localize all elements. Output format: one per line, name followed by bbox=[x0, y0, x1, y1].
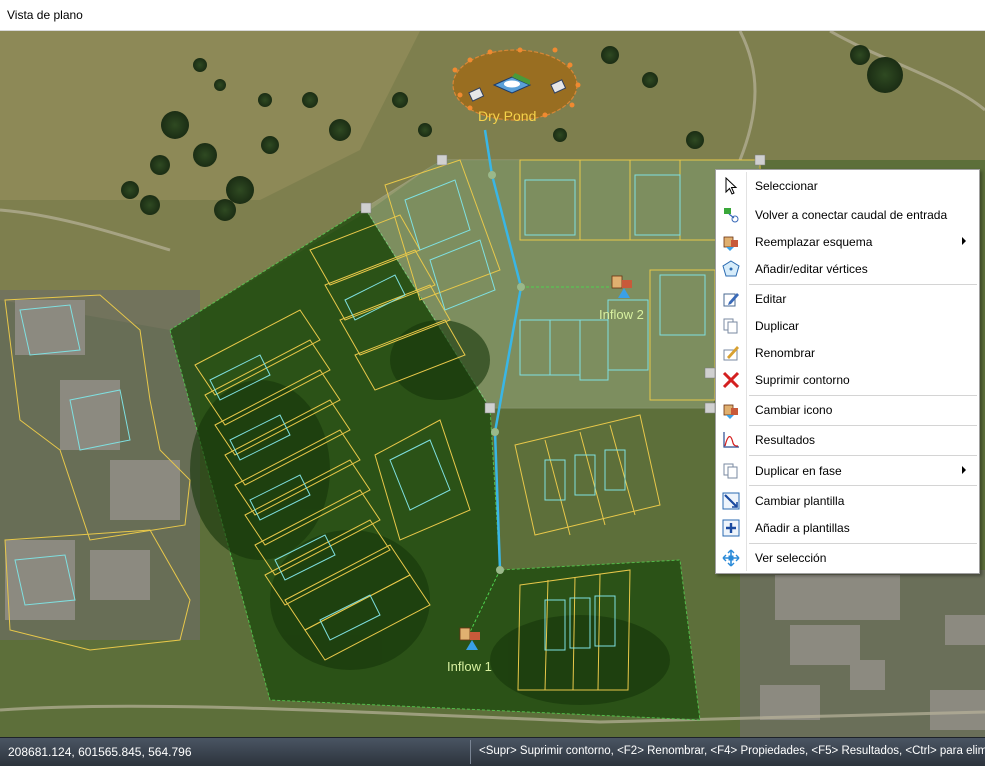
menu-item-ver-seleccion[interactable]: Ver selección bbox=[718, 545, 978, 571]
menu-item-label: Añadir a plantillas bbox=[755, 521, 850, 535]
menu-item-label: Añadir/editar vértices bbox=[755, 262, 868, 276]
menu-item-label: Renombrar bbox=[755, 346, 816, 360]
delete-icon bbox=[722, 371, 740, 389]
add-template-icon bbox=[722, 519, 740, 537]
vertices-icon bbox=[722, 260, 740, 277]
menu-item-anadir-plantillas[interactable]: Añadir a plantillas bbox=[718, 515, 978, 541]
rename-icon bbox=[723, 346, 739, 361]
keyboard-hint: <Supr> Suprimir contorno, <F2> Renombrar… bbox=[479, 745, 985, 757]
replace-scheme-icon bbox=[723, 236, 738, 251]
edit-icon bbox=[723, 293, 739, 307]
menu-item-resultados[interactable]: Resultados bbox=[718, 427, 978, 453]
submenu-arrow-icon bbox=[962, 466, 966, 474]
menu-item-cambiar-icono[interactable]: Cambiar icono bbox=[718, 397, 978, 423]
menu-item-cambiar-plantilla[interactable]: Cambiar plantilla bbox=[718, 488, 978, 514]
menu-item-duplicar[interactable]: Duplicar bbox=[718, 313, 978, 339]
change-template-icon bbox=[722, 492, 740, 510]
menu-item-anadir-vertices[interactable]: Añadir/editar vértices bbox=[718, 256, 978, 282]
reconnect-icon bbox=[724, 208, 739, 223]
menu-separator bbox=[749, 284, 977, 285]
change-icon-icon bbox=[723, 404, 738, 419]
menu-item-renombrar[interactable]: Renombrar bbox=[718, 340, 978, 366]
menu-item-label: Cambiar plantilla bbox=[755, 494, 845, 508]
menu-item-label: Ver selección bbox=[755, 551, 827, 565]
menu-item-seleccionar[interactable]: Seleccionar bbox=[718, 173, 978, 199]
dry-pond-label: Dry Pond bbox=[478, 108, 536, 124]
menu-separator bbox=[749, 543, 977, 544]
status-divider bbox=[470, 740, 471, 764]
window-titlebar: Vista de plano bbox=[0, 0, 985, 31]
menu-item-suprimir-contorno[interactable]: Suprimir contorno bbox=[718, 367, 978, 393]
window-title: Vista de plano bbox=[7, 8, 83, 22]
duplicate-phase-icon bbox=[723, 463, 738, 479]
cursor-coordinates: 208681.124, 601565.845, 564.796 bbox=[8, 745, 192, 759]
menu-item-label: Reemplazar esquema bbox=[755, 235, 873, 249]
duplicate-icon bbox=[723, 318, 738, 334]
menu-separator bbox=[749, 425, 977, 426]
menu-item-editar[interactable]: Editar bbox=[718, 286, 978, 312]
status-bar: 208681.124, 601565.845, 564.796 <Supr> S… bbox=[0, 737, 985, 766]
view-selection-icon bbox=[722, 549, 740, 567]
menu-item-label: Duplicar en fase bbox=[755, 464, 842, 478]
menu-item-label: Seleccionar bbox=[755, 179, 818, 193]
menu-separator bbox=[749, 485, 977, 486]
submenu-arrow-icon bbox=[962, 237, 966, 245]
menu-separator bbox=[749, 395, 977, 396]
menu-item-label: Duplicar bbox=[755, 319, 800, 333]
menu-item-label: Volver a conectar caudal de entrada bbox=[755, 208, 948, 222]
menu-item-reemplazar-esquema[interactable]: Reemplazar esquema bbox=[718, 229, 978, 255]
menu-item-label: Cambiar icono bbox=[755, 403, 833, 417]
menu-item-duplicar-fase[interactable]: Duplicar en fase bbox=[718, 458, 978, 484]
menu-item-label: Resultados bbox=[755, 433, 816, 447]
inflow-1-label: Inflow 1 bbox=[447, 659, 492, 674]
menu-item-label: Suprimir contorno bbox=[755, 373, 850, 387]
menu-separator bbox=[749, 455, 977, 456]
context-menu: Seleccionar Volver a conectar caudal de … bbox=[715, 169, 980, 574]
menu-item-label: Editar bbox=[755, 292, 787, 306]
results-icon bbox=[723, 432, 739, 448]
cursor-icon bbox=[725, 177, 738, 195]
menu-item-volver-conectar[interactable]: Volver a conectar caudal de entrada bbox=[718, 202, 978, 228]
inflow-2-label: Inflow 2 bbox=[599, 307, 644, 322]
